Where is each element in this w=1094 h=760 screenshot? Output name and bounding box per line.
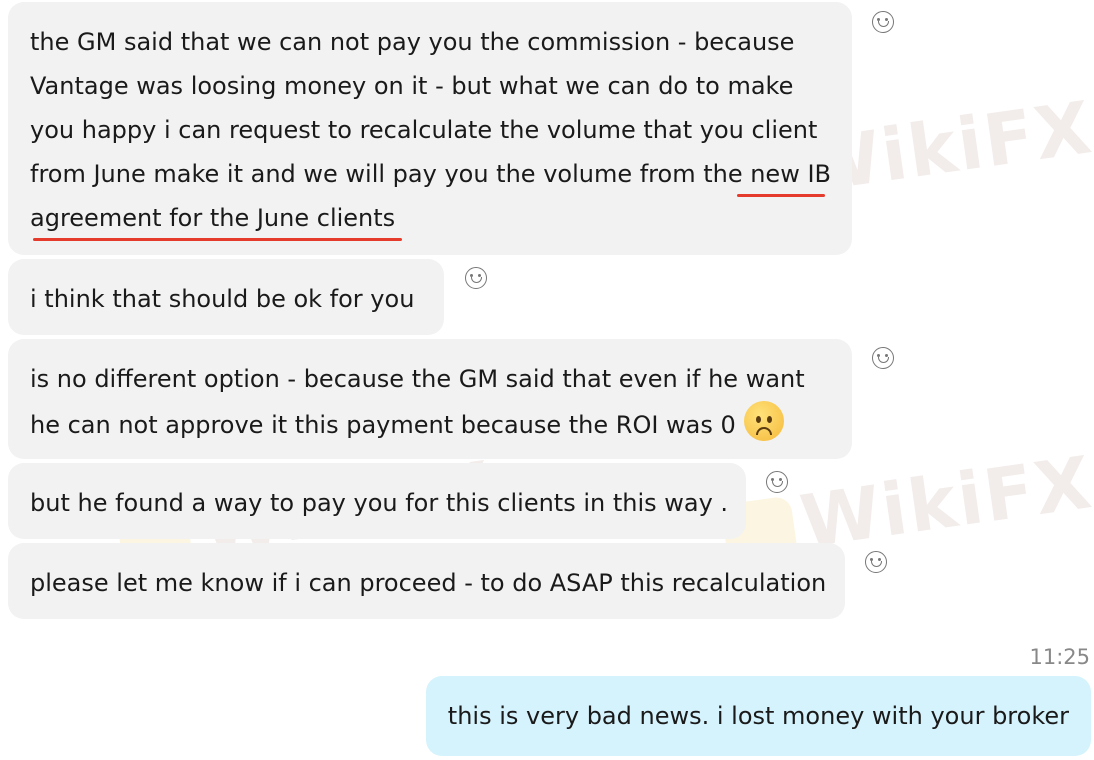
message-line: is no different option - because the GM … xyxy=(30,365,805,393)
watermark-text: WikiFX xyxy=(795,439,1094,565)
smile-reaction-icon[interactable] xyxy=(465,267,487,289)
message-line: the GM said that we can not pay you the … xyxy=(30,28,795,56)
message-line: agreement for the June clients xyxy=(30,204,396,232)
message-line: you happy i can request to recalculate t… xyxy=(30,116,818,144)
sad-face-emoji xyxy=(743,401,784,441)
message-timestamp: 11:25 xyxy=(1029,645,1090,669)
incoming-message[interactable]: the GM said that we can not pay you the … xyxy=(8,2,852,255)
message-line: please let me know if i can proceed - to… xyxy=(30,569,827,597)
incoming-message[interactable]: i think that should be ok for you xyxy=(8,259,444,335)
message-line: Vantage was loosing money on it - but wh… xyxy=(30,72,794,100)
incoming-message[interactable]: is no different option - because the GM … xyxy=(8,339,852,459)
smile-reaction-icon[interactable] xyxy=(865,551,887,573)
message-line: but he found a way to pay you for this c… xyxy=(30,489,729,517)
message-text: he can not approve it this payment becau… xyxy=(30,411,736,439)
message-line: from June make it and we will pay you th… xyxy=(30,160,831,188)
message-line: he can not approve it this payment becau… xyxy=(30,401,830,447)
smile-reaction-icon[interactable] xyxy=(872,347,894,369)
message-line: i think that should be ok for you xyxy=(30,285,415,313)
smile-reaction-icon[interactable] xyxy=(766,471,788,493)
highlight-underline xyxy=(33,238,402,241)
incoming-message[interactable]: please let me know if i can proceed - to… xyxy=(8,543,845,619)
incoming-message[interactable]: but he found a way to pay you for this c… xyxy=(8,463,746,539)
highlight-underline xyxy=(737,194,825,197)
outgoing-message[interactable]: this is very bad news. i lost money with… xyxy=(425,676,1091,756)
smile-reaction-icon[interactable] xyxy=(872,11,894,33)
